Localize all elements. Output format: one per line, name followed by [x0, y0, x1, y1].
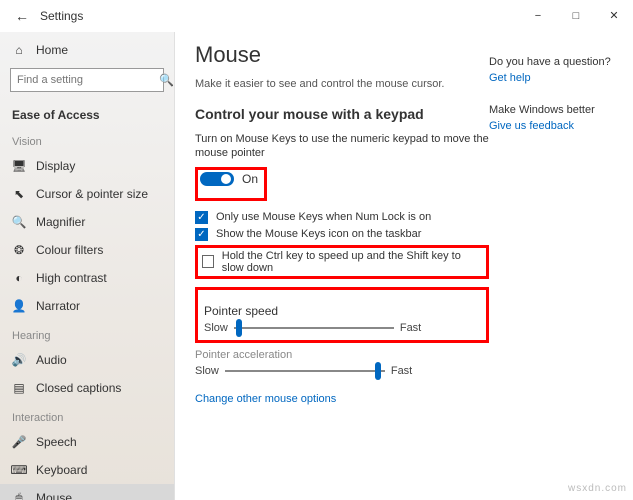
content-side: Do you have a question? Get help Make Wi… — [489, 42, 619, 500]
sidebar-item-label: Audio — [36, 353, 67, 367]
narrator-icon: 👤 — [12, 299, 26, 313]
pointer-speed-title: Pointer speed — [204, 304, 480, 318]
display-icon: 🖥 — [12, 159, 26, 173]
feedback-link[interactable]: Give us feedback — [489, 120, 619, 132]
checkbox-icon: ✓ — [195, 228, 208, 241]
keyboard-icon: ⌨ — [12, 463, 26, 477]
sidebar-item-label: Display — [36, 159, 75, 173]
sidebar-item-label: Magnifier — [36, 215, 85, 229]
sidebar-item-label: Narrator — [36, 299, 80, 313]
sidebar-item-label: Colour filters — [36, 243, 103, 257]
pointer-accel-title: Pointer acceleration — [195, 349, 489, 361]
sidebar-item-label: Mouse — [36, 491, 72, 500]
sidebar-category: Ease of Access — [0, 100, 174, 126]
sidebar-home-label: Home — [36, 43, 68, 57]
search-icon: 🔍 — [159, 73, 174, 87]
search-box[interactable]: 🔍 — [10, 68, 164, 92]
sidebar-item-colourfilters[interactable]: ❂ Colour filters — [0, 236, 174, 264]
sidebar-item-closedcaptions[interactable]: ▤ Closed captions — [0, 374, 174, 402]
titlebar: ← Settings − □ ✕ — [0, 0, 633, 32]
sidebar-item-label: Cursor & pointer size — [36, 187, 148, 201]
section-header: Control your mouse with a keypad — [195, 106, 489, 122]
close-button[interactable]: ✕ — [595, 0, 633, 32]
magnifier-icon: 🔍 — [12, 215, 26, 229]
help-question: Do you have a question? — [489, 56, 619, 68]
search-input[interactable] — [17, 74, 159, 86]
mouse-keys-toggle[interactable] — [200, 172, 234, 186]
group-hearing: Hearing — [0, 320, 174, 346]
check-ctrlshift[interactable]: ✓ Hold the Ctrl key to speed up and the … — [202, 250, 482, 274]
sidebar-item-label: High contrast — [36, 271, 107, 285]
fast-label: Fast — [400, 322, 421, 334]
other-mouse-options-link[interactable]: Change other mouse options — [195, 393, 489, 405]
highlight-pointer-speed: Pointer speed Slow Fast — [195, 287, 489, 343]
slow-label: Slow — [204, 322, 228, 334]
home-icon: ⌂ — [12, 43, 26, 57]
page-subtitle: Make it easier to see and control the mo… — [195, 78, 489, 90]
fast-label: Fast — [391, 365, 412, 377]
speech-icon: 🎤 — [12, 435, 26, 449]
content-area: Mouse Make it easier to see and control … — [175, 32, 633, 500]
sidebar-item-label: Closed captions — [36, 381, 121, 395]
colour-icon: ❂ — [12, 243, 26, 257]
group-interaction: Interaction — [0, 402, 174, 428]
checkbox-icon: ✓ — [195, 211, 208, 224]
sidebar-home[interactable]: ⌂ Home — [0, 36, 174, 64]
watermark: wsxdn.com — [568, 483, 627, 494]
mouse-icon: 🖱 — [12, 491, 26, 500]
pointer-accel-slider[interactable] — [225, 365, 385, 377]
group-vision: Vision — [0, 126, 174, 152]
sidebar-item-label: Speech — [36, 435, 77, 449]
minimize-button[interactable]: − — [519, 0, 557, 32]
sidebar-item-mouse[interactable]: 🖱 Mouse — [0, 484, 174, 500]
sidebar-item-cursor[interactable]: ⬉ Cursor & pointer size — [0, 180, 174, 208]
sidebar-item-audio[interactable]: 🔊 Audio — [0, 346, 174, 374]
check-taskbar[interactable]: ✓ Show the Mouse Keys icon on the taskba… — [195, 228, 489, 241]
check-label: Show the Mouse Keys icon on the taskbar — [216, 228, 421, 240]
sidebar-item-display[interactable]: 🖥 Display — [0, 152, 174, 180]
check-numlock[interactable]: ✓ Only use Mouse Keys when Num Lock is o… — [195, 211, 489, 224]
get-help-link[interactable]: Get help — [489, 72, 619, 84]
sidebar: ⌂ Home 🔍 Ease of Access Vision 🖥 Display… — [0, 32, 175, 500]
page-title: Mouse — [195, 42, 489, 68]
checkbox-icon: ✓ — [202, 255, 214, 268]
highlight-toggle: On — [195, 167, 267, 201]
sidebar-item-speech[interactable]: 🎤 Speech — [0, 428, 174, 456]
pointer-speed-slider[interactable] — [234, 322, 394, 334]
contrast-icon: ◐ — [12, 271, 26, 285]
maximize-button[interactable]: □ — [557, 0, 595, 32]
audio-icon: 🔊 — [12, 353, 26, 367]
window-controls: − □ ✕ — [519, 0, 633, 32]
sidebar-item-label: Keyboard — [36, 463, 87, 477]
feedback-header: Make Windows better — [489, 104, 619, 116]
back-button[interactable]: ← — [8, 8, 36, 24]
cc-icon: ▤ — [12, 381, 26, 395]
toggle-label: On — [242, 172, 258, 186]
cursor-icon: ⬉ — [12, 187, 26, 201]
sidebar-item-highcontrast[interactable]: ◐ High contrast — [0, 264, 174, 292]
section-desc: Turn on Mouse Keys to use the numeric ke… — [195, 132, 489, 161]
slow-label: Slow — [195, 365, 219, 377]
sidebar-item-keyboard[interactable]: ⌨ Keyboard — [0, 456, 174, 484]
window-title: Settings — [40, 9, 83, 23]
check-label: Only use Mouse Keys when Num Lock is on — [216, 211, 431, 223]
sidebar-item-narrator[interactable]: 👤 Narrator — [0, 292, 174, 320]
sidebar-item-magnifier[interactable]: 🔍 Magnifier — [0, 208, 174, 236]
highlight-ctrl-shift: ✓ Hold the Ctrl key to speed up and the … — [195, 245, 489, 279]
check-label: Hold the Ctrl key to speed up and the Sh… — [222, 250, 482, 274]
